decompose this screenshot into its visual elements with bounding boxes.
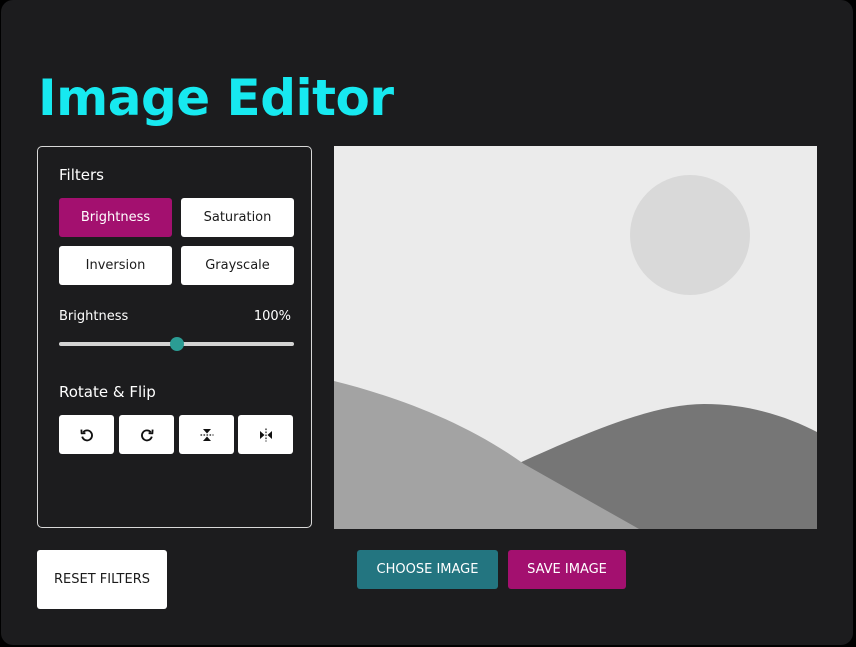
choose-image-button[interactable]: CHOOSE IMAGE	[357, 550, 498, 589]
flip-horizontal-button[interactable]	[238, 415, 293, 454]
image-placeholder-icon	[334, 146, 817, 529]
flip-vertical-icon	[199, 427, 215, 443]
brightness-slider[interactable]	[59, 337, 294, 351]
rotate-left-button[interactable]	[59, 415, 114, 454]
flip-horizontal-icon	[258, 427, 274, 443]
slider-value: 100%	[253, 309, 291, 324]
rotate-right-icon	[139, 427, 155, 443]
inversion-filter-button[interactable]: Inversion	[59, 246, 172, 285]
filters-heading: Filters	[59, 166, 104, 184]
rotate-flip-heading: Rotate & Flip	[59, 383, 156, 401]
image-editor-window: Image Editor Filters Brightness Saturati…	[1, 0, 853, 645]
save-image-button[interactable]: SAVE IMAGE	[508, 550, 626, 589]
saturation-filter-button[interactable]: Saturation	[181, 198, 294, 237]
editor-panel: Filters Brightness Saturation Inversion …	[37, 146, 312, 528]
rotate-right-button[interactable]	[119, 415, 174, 454]
slider-label: Brightness	[59, 309, 129, 324]
rotate-left-icon	[79, 427, 95, 443]
slider-thumb[interactable]	[169, 337, 184, 351]
reset-filters-button[interactable]: RESET FILTERS	[37, 550, 167, 609]
grayscale-filter-button[interactable]: Grayscale	[181, 246, 294, 285]
brightness-filter-button[interactable]: Brightness	[59, 198, 172, 237]
flip-vertical-button[interactable]	[179, 415, 234, 454]
page-title: Image Editor	[38, 69, 394, 127]
image-preview	[334, 146, 817, 529]
